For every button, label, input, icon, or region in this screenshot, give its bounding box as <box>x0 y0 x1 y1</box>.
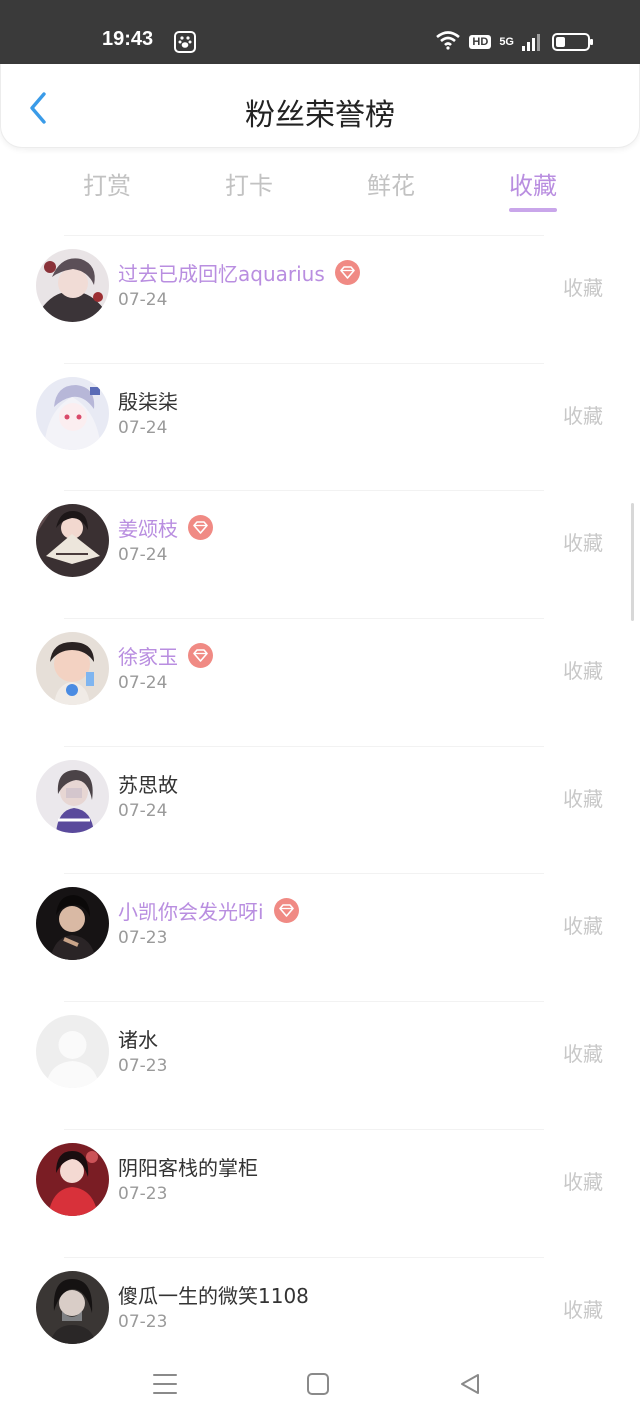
wifi-icon <box>435 30 461 54</box>
fan-date: 07-24 <box>118 545 168 566</box>
fan-name[interactable]: 苏思故 <box>118 769 178 798</box>
fan-date: 07-24 <box>118 800 168 821</box>
favorite-label: 收藏 <box>563 659 603 684</box>
home-button[interactable] <box>298 1366 338 1402</box>
battery-level <box>556 37 565 47</box>
page-title: 粉丝荣誉榜 <box>245 98 395 133</box>
fan-name[interactable]: 阴阳客栈的掌柜 <box>118 1152 258 1181</box>
fan-name[interactable]: 小凯你会发光呀i <box>118 896 264 925</box>
favorite-label: 收藏 <box>563 276 603 300</box>
favorite-label: 收藏 <box>563 786 603 811</box>
diamond-icon <box>188 515 213 541</box>
signal-icon <box>522 33 540 51</box>
fan-name[interactable]: 徐家玉 <box>118 641 178 670</box>
name-line: 徐家玉 <box>118 641 213 670</box>
list-item[interactable]: 苏思故 07-24 收藏 <box>0 747 640 875</box>
name-line: 傻瓜一生的微笑1108 <box>118 1280 309 1309</box>
list-item[interactable]: 徐家玉 07-24 收藏 <box>0 619 640 747</box>
favorite-label: 收藏 <box>563 403 603 428</box>
fan-date: 07-23 <box>118 1183 168 1204</box>
status-bar: 19:43 HD 5G <box>0 0 640 64</box>
list-item[interactable]: 殷柒柒 07-24 收藏 <box>0 364 640 492</box>
active-tab-indicator <box>509 208 557 212</box>
fan-date: 07-24 <box>118 673 168 694</box>
favorite-label: 收藏 <box>563 1042 603 1067</box>
fan-date: 07-24 <box>118 290 168 310</box>
tab-checkin[interactable]: 打卡 <box>199 166 299 201</box>
avatar[interactable] <box>36 376 109 450</box>
avatar[interactable] <box>36 1015 109 1089</box>
fan-date: 07-23 <box>118 1056 168 1077</box>
avatar[interactable] <box>36 632 109 706</box>
avatar[interactable] <box>36 1142 109 1216</box>
back-triangle-icon <box>461 1374 479 1394</box>
favorite-label: 收藏 <box>563 1169 603 1194</box>
tab-flowers[interactable]: 鲜花 <box>341 166 441 201</box>
network-label: 5G <box>499 36 514 48</box>
name-line: 阴阳客栈的掌柜 <box>118 1152 258 1181</box>
tab-tip[interactable]: 打赏 <box>57 166 157 201</box>
home-square-icon <box>307 1373 329 1395</box>
fan-name[interactable]: 诸水 <box>118 1024 158 1053</box>
paw-icon <box>174 31 196 53</box>
favorite-label: 收藏 <box>563 531 603 556</box>
avatar[interactable] <box>36 1270 109 1344</box>
fan-name[interactable]: 殷柒柒 <box>118 386 178 415</box>
list-item[interactable]: 诸水 07-23 收藏 <box>0 1002 640 1130</box>
system-nav-bar <box>0 1348 640 1422</box>
back-nav-button[interactable] <box>450 1366 490 1402</box>
diamond-icon <box>273 898 299 924</box>
name-line: 过去已成回忆aquarius <box>118 258 360 287</box>
diamond-icon <box>188 643 213 669</box>
scrollbar-thumb[interactable] <box>631 503 634 621</box>
diamond-icon <box>334 260 360 285</box>
fan-name[interactable]: 姜颂枝 <box>118 513 178 542</box>
name-line: 苏思故 <box>118 769 178 798</box>
name-line: 姜颂枝 <box>118 513 213 542</box>
name-line: 殷柒柒 <box>118 386 178 415</box>
tab-bar: 打赏 打卡 鲜花 收藏 <box>0 150 640 220</box>
fan-name[interactable]: 傻瓜一生的微笑1108 <box>118 1280 309 1309</box>
favorite-label: 收藏 <box>563 914 603 939</box>
fan-date: 07-23 <box>118 928 168 949</box>
avatar[interactable] <box>36 249 109 322</box>
fan-date: 07-23 <box>118 1311 168 1332</box>
header-bar: 粉丝荣誉榜 <box>0 64 640 148</box>
list-item[interactable]: 姜颂枝 07-24 收藏 <box>0 491 640 620</box>
fan-date: 07-24 <box>118 417 168 438</box>
fan-list: 过去已成回忆aquarius 07-24 收藏 殷柒柒 07-24 收藏 姜颂枝 <box>0 236 640 1385</box>
avatar[interactable] <box>36 887 109 961</box>
fan-name[interactable]: 过去已成回忆aquarius <box>118 258 325 287</box>
status-time: 19:43 <box>102 28 154 50</box>
menu-icon <box>153 1374 177 1394</box>
name-line: 诸水 <box>118 1024 158 1053</box>
battery-icon <box>552 33 593 51</box>
avatar[interactable] <box>36 759 109 833</box>
list-item[interactable]: 过去已成回忆aquarius 07-24 收藏 <box>0 236 640 364</box>
hd-badge: HD <box>469 35 492 49</box>
menu-button[interactable] <box>145 1366 185 1402</box>
avatar[interactable] <box>36 504 109 578</box>
list-item[interactable]: 小凯你会发光呀i 07-23 收藏 <box>0 874 640 1003</box>
name-line: 小凯你会发光呀i <box>118 896 299 925</box>
list-item[interactable]: 阴阳客栈的掌柜 07-23 收藏 <box>0 1130 640 1258</box>
favorite-label: 收藏 <box>563 1297 603 1322</box>
tab-favorites[interactable]: 收藏 <box>483 166 583 201</box>
